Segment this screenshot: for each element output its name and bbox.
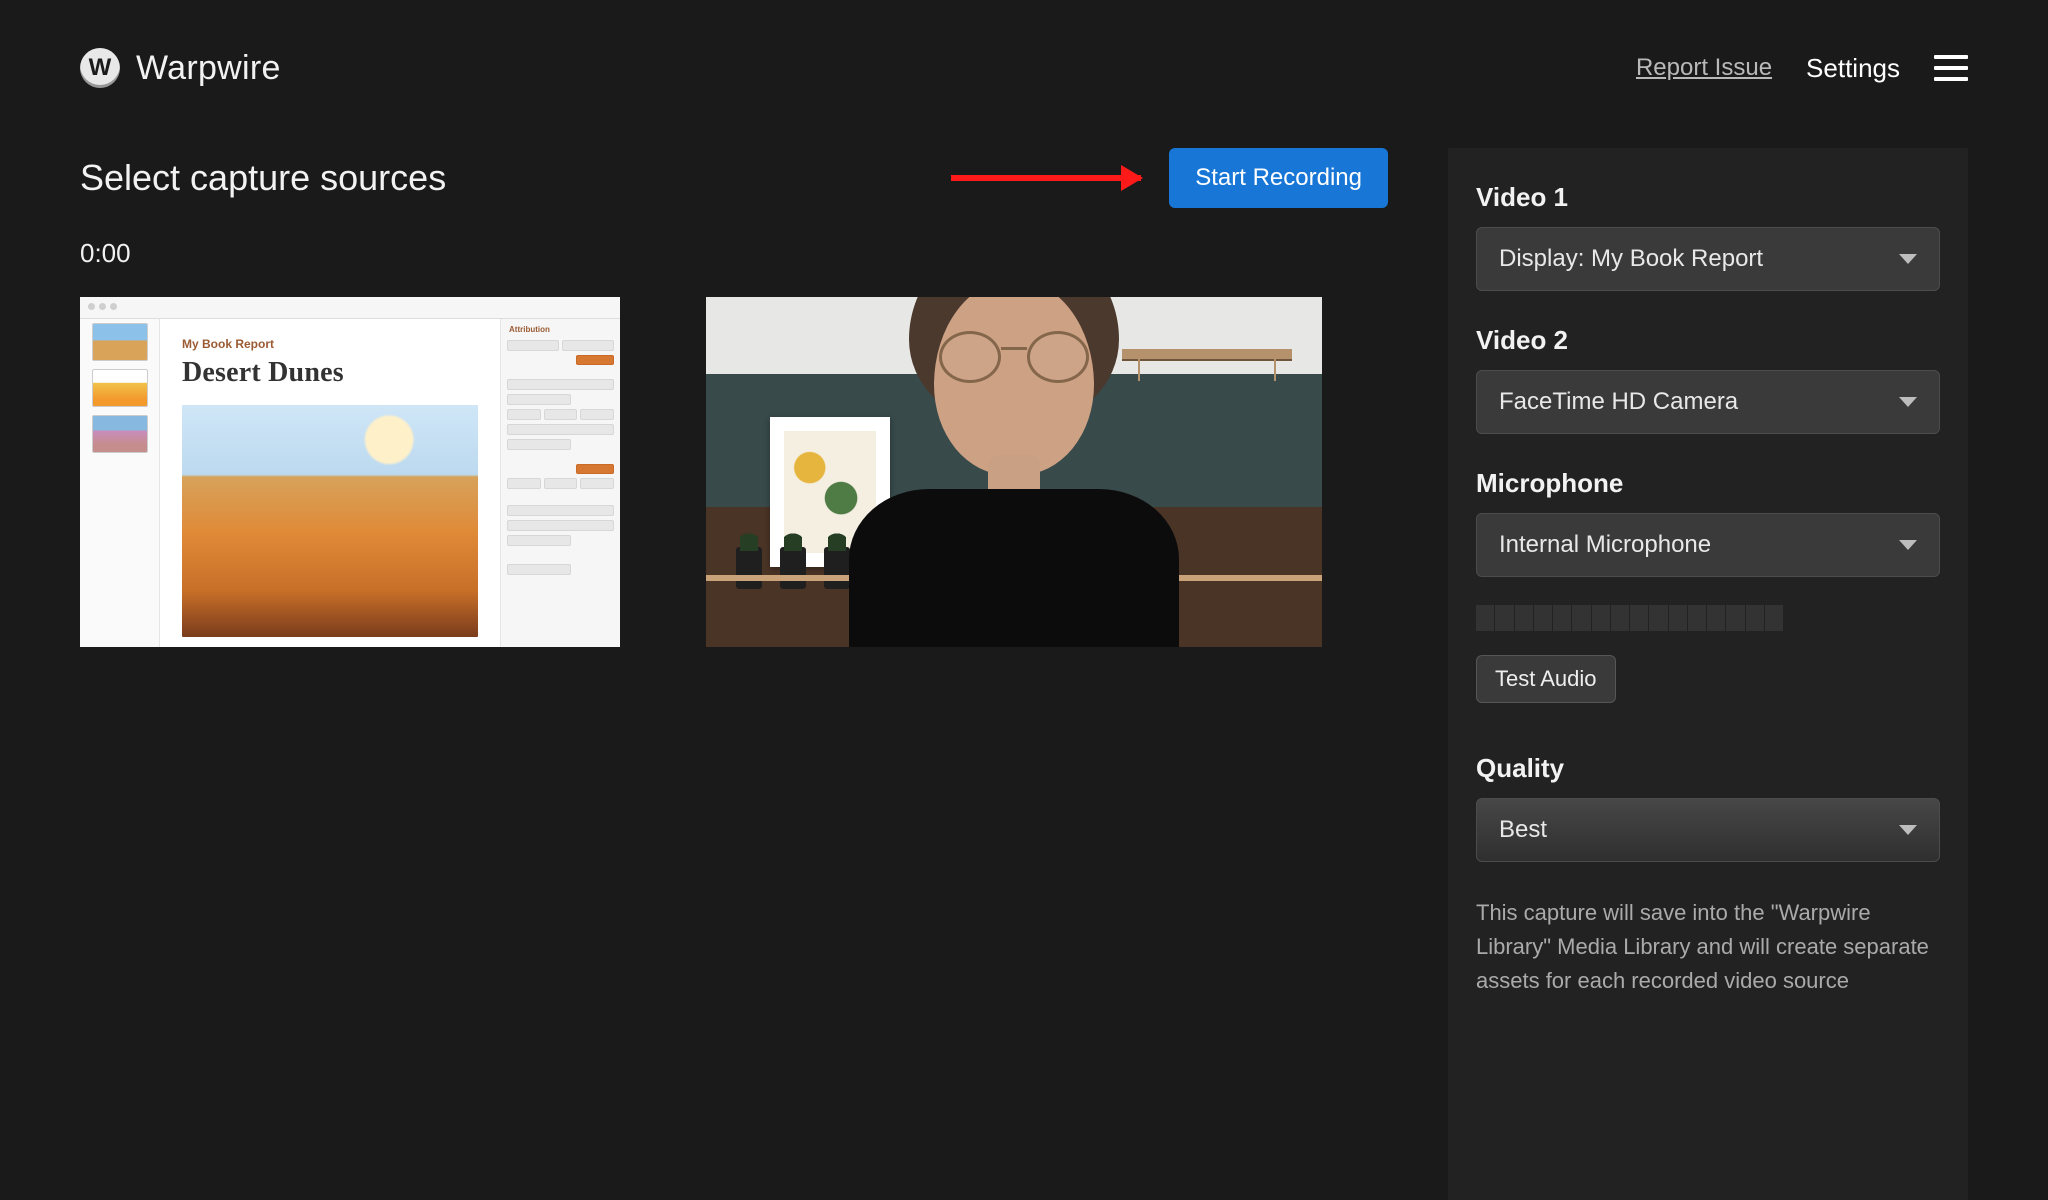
brand-name: Warpwire — [136, 49, 281, 88]
preview-video1[interactable]: My Book Report Desert Dunes Attribution — [80, 297, 620, 647]
capture-settings-panel: Video 1 Display: My Book Report Video 2 … — [1448, 148, 1968, 1200]
test-audio-button[interactable]: Test Audio — [1476, 655, 1616, 703]
app-header: W Warpwire Report Issue Settings — [80, 48, 1968, 88]
chevron-down-icon — [1899, 540, 1917, 550]
preview-video2[interactable] — [706, 297, 1322, 647]
recording-timer: 0:00 — [80, 238, 1388, 269]
inspector-header: Attribution — [509, 325, 614, 334]
audio-level-meter — [1476, 605, 1784, 631]
video1-select[interactable]: Display: My Book Report — [1476, 227, 1940, 291]
slide-title: Desert Dunes — [182, 357, 478, 389]
annotation-arrow-icon — [951, 175, 1141, 181]
report-issue-link[interactable]: Report Issue — [1636, 54, 1772, 82]
video2-select[interactable]: FaceTime HD Camera — [1476, 370, 1940, 434]
slide-thumb — [92, 415, 148, 453]
quality-select[interactable]: Best — [1476, 798, 1940, 862]
microphone-label: Microphone — [1476, 468, 1940, 499]
slide-thumb — [92, 323, 148, 361]
slide-image — [182, 405, 478, 637]
capture-save-note: This capture will save into the "Warpwir… — [1476, 896, 1940, 998]
settings-link[interactable]: Settings — [1806, 53, 1900, 84]
microphone-value: Internal Microphone — [1499, 531, 1711, 559]
video2-label: Video 2 — [1476, 325, 1940, 356]
page-title: Select capture sources — [80, 157, 446, 199]
video2-value: FaceTime HD Camera — [1499, 388, 1738, 416]
video1-value: Display: My Book Report — [1499, 245, 1763, 273]
chevron-down-icon — [1899, 397, 1917, 407]
start-recording-button[interactable]: Start Recording — [1169, 148, 1388, 208]
webcam-person — [849, 339, 1179, 647]
chevron-down-icon — [1899, 254, 1917, 264]
background-plants — [736, 547, 850, 589]
slide-subtitle: My Book Report — [182, 337, 478, 351]
quality-label: Quality — [1476, 753, 1940, 784]
microphone-select[interactable]: Internal Microphone — [1476, 513, 1940, 577]
brand-logo-icon: W — [80, 48, 120, 88]
brand: W Warpwire — [80, 48, 281, 88]
video1-label: Video 1 — [1476, 182, 1940, 213]
slide-thumb — [92, 369, 148, 407]
chevron-down-icon — [1899, 825, 1917, 835]
menu-icon[interactable] — [1934, 55, 1968, 81]
quality-value: Best — [1499, 816, 1547, 844]
